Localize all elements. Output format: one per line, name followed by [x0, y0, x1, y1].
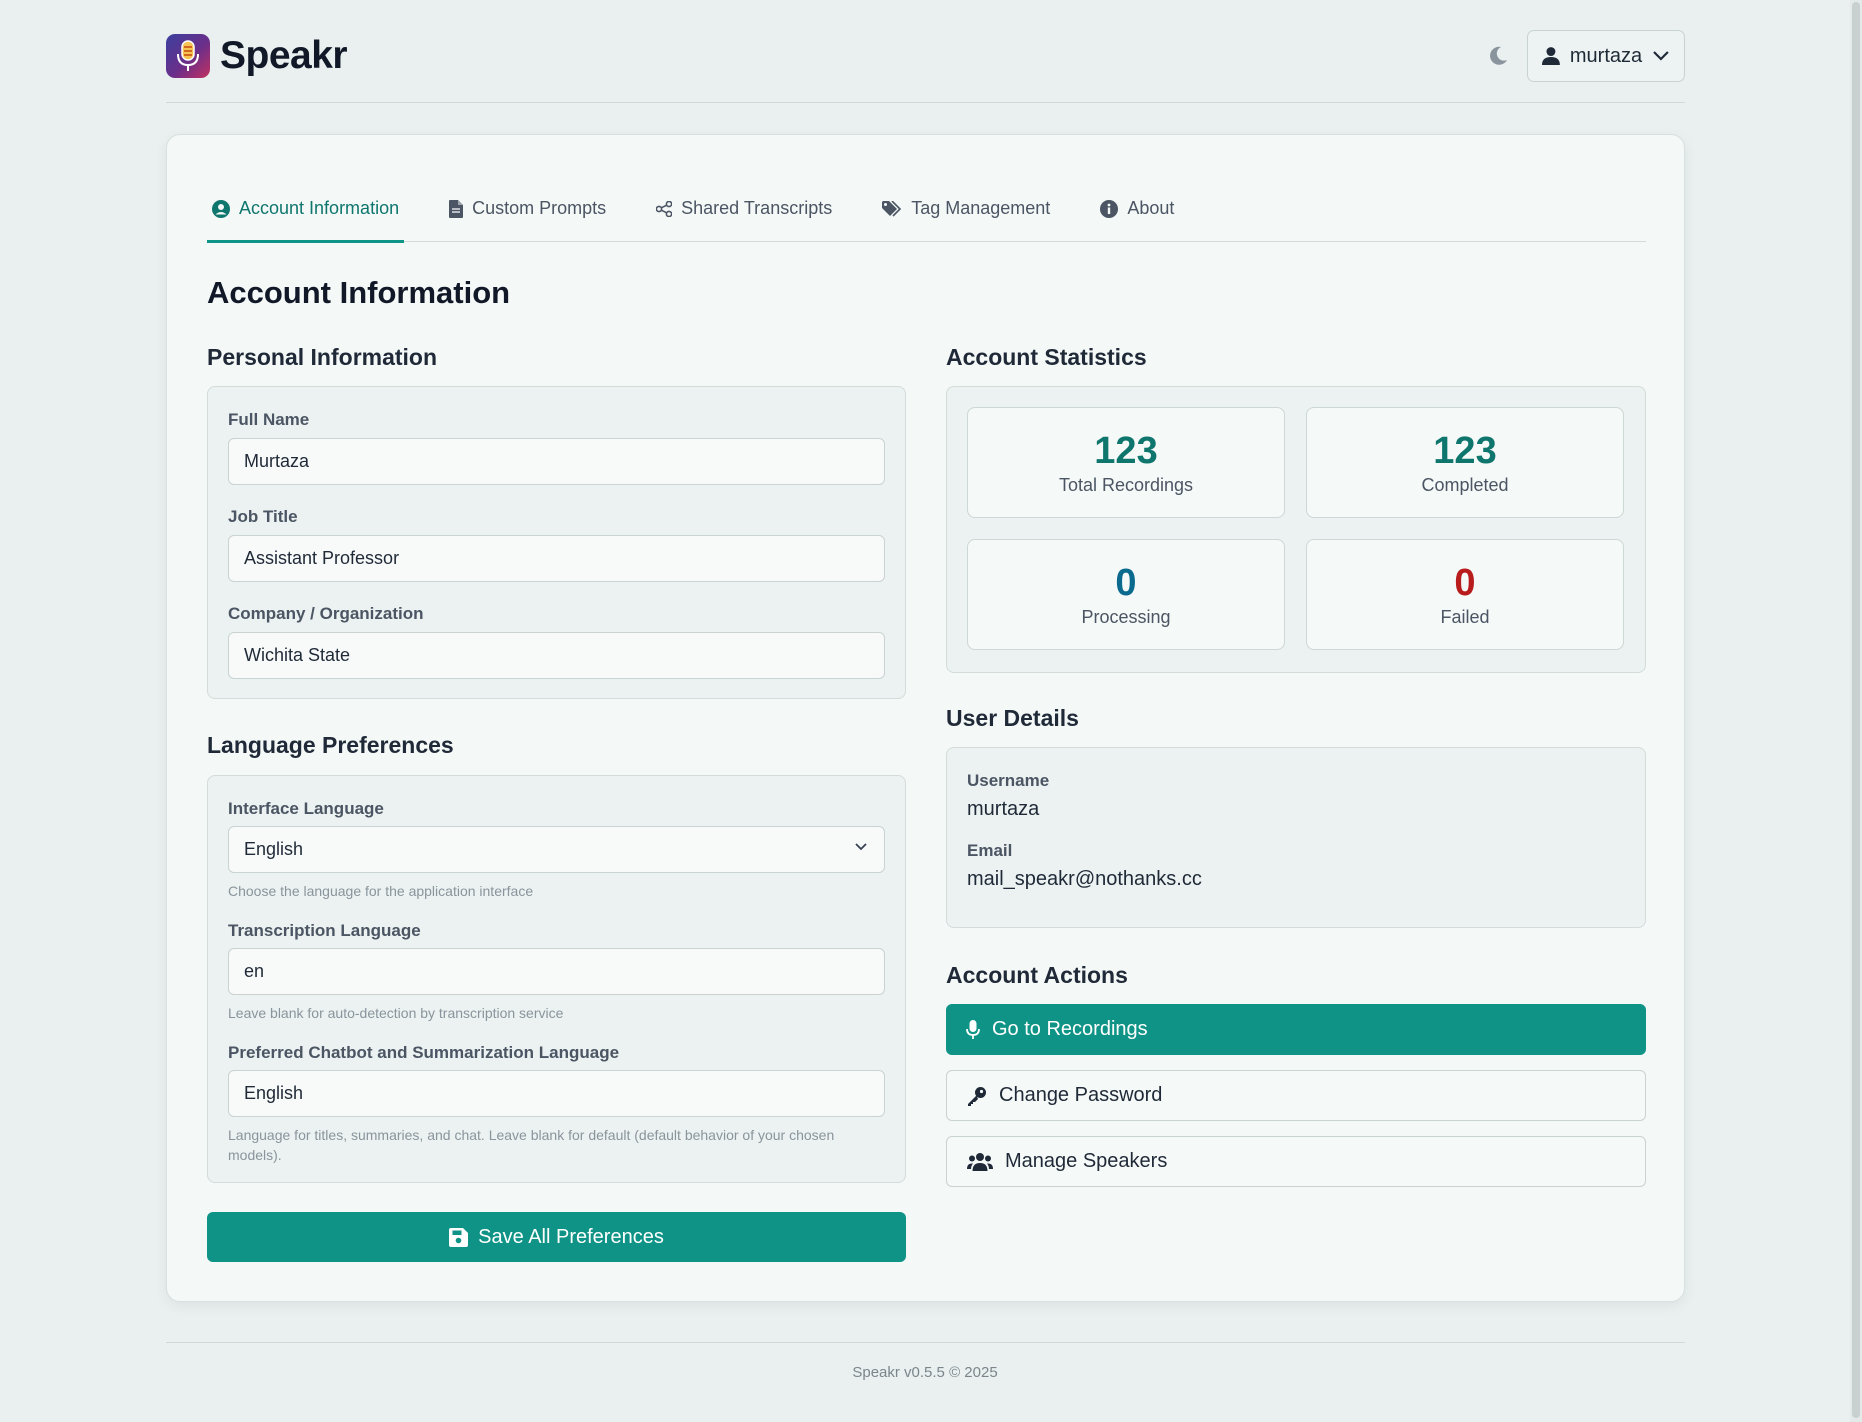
chatbot-language-label: Preferred Chatbot and Summarization Lang… [228, 1043, 620, 1062]
dark-mode-toggle[interactable] [1486, 44, 1512, 70]
language-preferences-heading: Language Preferences [207, 732, 454, 758]
stat-value: 0 [1115, 562, 1137, 604]
transcription-language-hint: Leave blank for auto-detection by transc… [228, 1005, 564, 1021]
chevron-down-icon [1653, 51, 1669, 61]
user-details-heading: User Details [946, 705, 1079, 731]
tab-custom-prompts[interactable]: Custom Prompts [444, 175, 611, 242]
save-button-label: Save All Preferences [478, 1225, 664, 1248]
company-label: Company / Organization [228, 604, 424, 623]
info-icon [1100, 199, 1119, 218]
tab-shared-transcripts[interactable]: Shared Transcripts [651, 175, 837, 242]
job-title-input[interactable]: Assistant Professor [228, 535, 885, 582]
email-detail-value: mail_speakr@nothanks.cc [967, 868, 1202, 890]
chatbot-language-hint: Language for titles, summaries, and chat… [228, 1127, 835, 1163]
email-detail-label: Email [967, 841, 1013, 860]
footer-divider [166, 1342, 1685, 1343]
tab-label: About [1127, 198, 1175, 218]
brand-logo[interactable]: Speakr [166, 34, 348, 78]
tab-label: Tag Management [911, 198, 1051, 218]
company-value: Wichita State [244, 645, 351, 665]
job-title-value: Assistant Professor [244, 548, 400, 568]
microphone-logo-icon [166, 34, 210, 78]
stat-failed: 0 Failed [1306, 539, 1624, 650]
brand-name: Speakr [220, 34, 348, 77]
footer-version: Speakr v0.5.5 © 2025 [852, 1364, 998, 1381]
stat-value: 123 [1433, 430, 1497, 472]
personal-information-heading: Personal Information [207, 344, 438, 370]
transcription-language-label: Transcription Language [228, 921, 421, 940]
username-label: murtaza [1569, 44, 1643, 67]
file-icon [449, 199, 464, 218]
settings-card: Account Information Custom Prompts Share… [166, 134, 1685, 1302]
tab-account-information[interactable]: Account Information [207, 175, 405, 243]
stat-label: Total Recordings [1058, 475, 1194, 495]
stat-label: Completed [1421, 475, 1509, 495]
tab-about[interactable]: About [1095, 175, 1179, 242]
stat-label: Processing [1081, 607, 1171, 627]
stat-value: 0 [1454, 562, 1476, 604]
go-to-recordings-button[interactable]: Go to Recordings [946, 1004, 1646, 1055]
change-password-label: Change Password [999, 1084, 1163, 1106]
interface-language-value: English [244, 839, 304, 859]
manage-speakers-label: Manage Speakers [1005, 1150, 1168, 1172]
account-actions-heading: Account Actions [946, 962, 1128, 988]
share-icon [656, 200, 673, 217]
user-circle-icon [212, 199, 230, 218]
page-scrollbar[interactable] [1850, 0, 1862, 1422]
account-statistics-heading: Account Statistics [946, 344, 1147, 370]
user-menu-button[interactable]: murtaza [1527, 30, 1685, 82]
personal-information-panel: Full Name Murtaza Job Title Assistant Pr… [207, 386, 906, 699]
stat-processing: 0 Processing [967, 539, 1285, 650]
chatbot-language-value: English [244, 1083, 304, 1103]
interface-language-select[interactable]: English [228, 826, 885, 873]
language-preferences-panel: Interface Language English Choose the la… [207, 775, 906, 1183]
top-navbar: Speakr murtaza [166, 0, 1685, 103]
transcription-language-value: en [244, 961, 265, 981]
full-name-label: Full Name [228, 410, 310, 429]
moon-icon [1490, 46, 1507, 65]
stat-label: Failed [1440, 607, 1490, 627]
full-name-value: Murtaza [244, 451, 310, 471]
scrollbar-thumb[interactable] [1852, 2, 1860, 1418]
tab-tag-management[interactable]: Tag Management [877, 175, 1055, 242]
chevron-down-icon [855, 843, 867, 851]
tab-label: Shared Transcripts [681, 198, 833, 218]
change-password-button[interactable]: Change Password [946, 1070, 1646, 1121]
save-icon [449, 1227, 469, 1247]
settings-tabs: Account Information Custom Prompts Share… [207, 175, 1646, 243]
tab-label: Account Information [239, 198, 400, 218]
stat-total-recordings: 123 Total Recordings [967, 407, 1285, 518]
tags-icon [882, 200, 902, 217]
tab-label: Custom Prompts [472, 198, 607, 218]
job-title-label: Job Title [228, 507, 298, 526]
save-preferences-button[interactable]: Save All Preferences [207, 1212, 906, 1262]
manage-speakers-button[interactable]: Manage Speakers [946, 1136, 1646, 1187]
stat-completed: 123 Completed [1306, 407, 1624, 518]
user-details-panel: Username murtaza Email mail_speakr@notha… [946, 747, 1646, 928]
username-detail-label: Username [967, 771, 1050, 790]
transcription-language-input[interactable]: en [228, 948, 885, 995]
chatbot-language-input[interactable]: English [228, 1070, 885, 1117]
user-icon [1542, 47, 1560, 65]
users-icon [967, 1152, 993, 1171]
interface-language-hint: Choose the language for the application … [228, 883, 534, 899]
key-icon [968, 1086, 986, 1106]
username-detail-value: murtaza [967, 798, 1040, 820]
stat-value: 123 [1094, 430, 1158, 472]
page-title: Account Information [207, 275, 511, 310]
microphone-icon [966, 1019, 980, 1039]
full-name-input[interactable]: Murtaza [228, 438, 885, 485]
company-input[interactable]: Wichita State [228, 632, 885, 679]
go-to-recordings-label: Go to Recordings [992, 1018, 1148, 1040]
account-statistics-panel: 123 Total Recordings 123 Completed 0 Pro… [946, 386, 1646, 673]
interface-language-label: Interface Language [228, 799, 384, 818]
